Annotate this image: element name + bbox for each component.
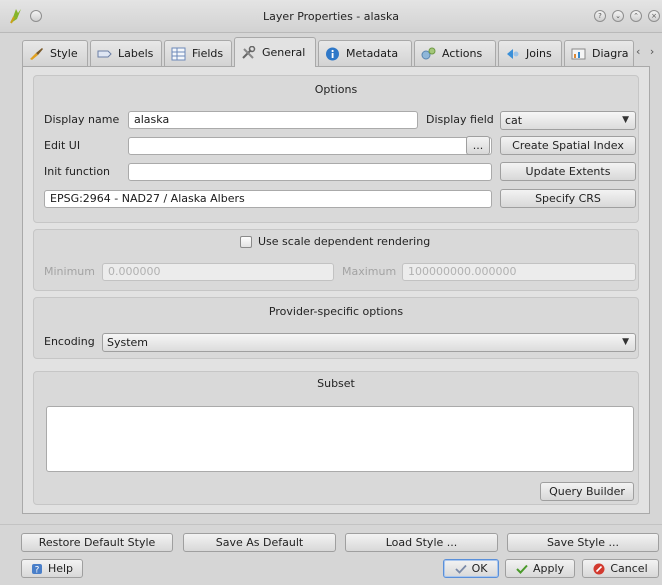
chevron-down-icon: ▼ <box>622 337 629 347</box>
tab-general-label: General <box>262 46 306 59</box>
tab-diagrams-label: Diagra <box>592 47 629 60</box>
divider <box>0 524 662 525</box>
create-spatial-index-button[interactable]: Create Spatial Index <box>500 136 636 155</box>
tab-metadata[interactable]: Metadata <box>318 40 412 66</box>
tab-style[interactable]: Style <box>22 40 88 66</box>
table-icon <box>171 47 186 60</box>
cancel-label: Cancel <box>610 562 648 575</box>
scale-checkbox[interactable] <box>240 235 252 248</box>
gears-icon <box>421 47 436 59</box>
save-style-button[interactable]: Save Style ... <box>507 533 659 552</box>
display-name-input[interactable]: alaska <box>128 111 418 129</box>
help-button[interactable]: ? Help <box>21 559 83 578</box>
minimize-icon[interactable]: ⌄ <box>612 10 624 22</box>
save-as-default-label: Save As Default <box>215 536 304 549</box>
tab-actions-label: Actions <box>442 47 483 60</box>
display-field-value: cat <box>505 114 523 127</box>
window-title: Layer Properties - alaska <box>263 10 399 23</box>
scale-checkbox-row[interactable]: Use scale dependent rendering <box>240 235 430 248</box>
label-tag-icon <box>97 50 112 57</box>
load-style-label: Load Style ... <box>385 536 458 549</box>
init-function-label: Init function <box>44 165 111 178</box>
apply-button[interactable]: Apply <box>505 559 575 578</box>
scale-group: Use scale dependent rendering Minimum 0.… <box>33 229 639 291</box>
general-panel: Options Display name alaska Display fiel… <box>22 66 650 514</box>
ok-label: OK <box>471 562 488 575</box>
save-style-label: Save Style ... <box>546 536 620 549</box>
tab-labels-label: Labels <box>118 47 154 60</box>
display-field-combo[interactable]: cat ▼ <box>500 111 636 130</box>
apply-check-icon <box>516 564 528 574</box>
diagram-icon <box>571 48 586 59</box>
scale-checkbox-label: Use scale dependent rendering <box>258 235 431 248</box>
minimum-label: Minimum <box>44 265 95 278</box>
maximize-icon[interactable]: ⌃ <box>630 10 642 22</box>
tab-general[interactable]: General <box>234 37 316 67</box>
edit-ui-input[interactable] <box>128 137 492 155</box>
crs-field: EPSG:2964 - NAD27 / Alaska Albers <box>44 190 492 208</box>
tab-scroll-arrows[interactable]: ‹ › <box>636 45 657 58</box>
encoding-combo[interactable]: System ▼ <box>102 333 636 352</box>
tab-diagrams[interactable]: Diagra <box>564 40 634 66</box>
tab-fields[interactable]: Fields <box>164 40 232 66</box>
update-extents-button[interactable]: Update Extents <box>500 162 636 181</box>
tab-joins-label: Joins <box>526 47 552 60</box>
save-as-default-button[interactable]: Save As Default <box>183 533 336 552</box>
encoding-label: Encoding <box>44 335 95 348</box>
help-title-icon[interactable]: ? <box>594 10 606 22</box>
load-style-button[interactable]: Load Style ... <box>345 533 498 552</box>
help-label: Help <box>47 562 74 575</box>
tab-actions[interactable]: Actions <box>414 40 496 66</box>
subset-group: Subset Query Builder <box>33 371 639 505</box>
help-icon: ? <box>31 563 42 575</box>
info-icon <box>326 47 339 60</box>
apply-label: Apply <box>532 562 565 575</box>
subset-title: Subset <box>317 377 355 390</box>
chevron-down-icon: ▼ <box>622 115 629 125</box>
tab-labels[interactable]: Labels <box>90 40 162 66</box>
display-field-label: Display field <box>426 113 494 126</box>
encoding-value: System <box>107 336 149 349</box>
provider-group: Provider-specific options Encoding Syste… <box>33 297 639 359</box>
tab-style-label: Style <box>50 47 78 60</box>
join-icon <box>507 48 519 59</box>
maximum-input[interactable]: 100000000.000000 <box>402 263 636 281</box>
restore-default-style-label: Restore Default Style <box>38 536 156 549</box>
subset-textarea[interactable] <box>46 406 634 472</box>
options-title: Options <box>314 83 358 96</box>
brush-icon <box>30 47 43 60</box>
cancel-button[interactable]: Cancel <box>582 559 659 578</box>
browse-button[interactable]: ... <box>466 136 490 155</box>
edit-ui-label: Edit UI <box>44 139 81 152</box>
display-name-label: Display name <box>44 113 120 126</box>
tools-icon <box>242 45 256 59</box>
ok-button[interactable]: OK <box>443 559 499 578</box>
checkmark-icon <box>454 564 467 574</box>
specify-crs-button[interactable]: Specify CRS <box>500 189 636 208</box>
tab-metadata-label: Metadata <box>346 47 399 60</box>
title-bar[interactable]: Layer Properties - alaska ? ⌄ ⌃ × <box>0 0 662 33</box>
tab-fields-label: Fields <box>192 47 224 60</box>
init-function-input[interactable] <box>128 163 492 181</box>
minimum-input[interactable]: 0.000000 <box>102 263 334 281</box>
close-icon[interactable]: × <box>648 10 660 22</box>
tab-joins[interactable]: Joins <box>498 40 562 66</box>
maximum-label: Maximum <box>342 265 397 278</box>
provider-title: Provider-specific options <box>268 305 404 318</box>
restore-default-style-button[interactable]: Restore Default Style <box>21 533 173 552</box>
query-builder-button[interactable]: Query Builder <box>540 482 634 501</box>
options-group: Options Display name alaska Display fiel… <box>33 75 639 223</box>
layer-properties-window: Layer Properties - alaska ? ⌄ ⌃ × Style … <box>0 0 662 585</box>
svg-text:?: ? <box>35 565 40 575</box>
cancel-icon <box>593 563 605 574</box>
